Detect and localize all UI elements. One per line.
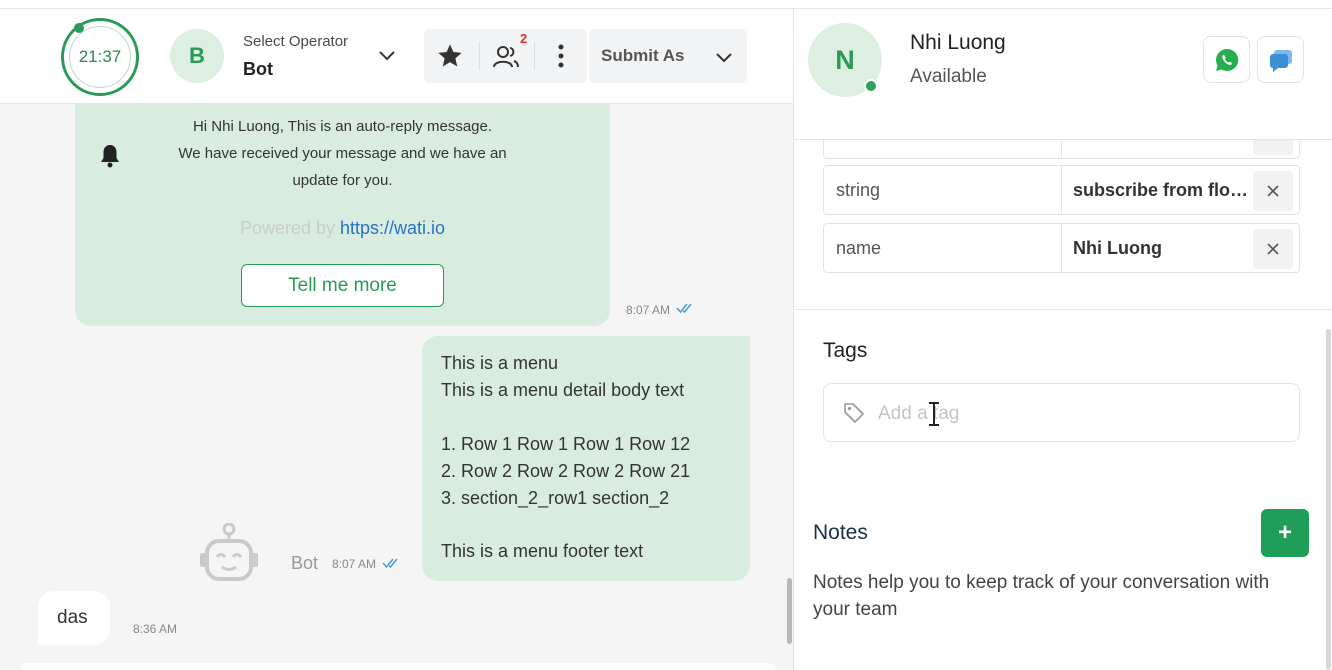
powered-by-prefix: Powered by — [239, 218, 335, 238]
attribute-key: string — [836, 180, 881, 200]
chevron-down-icon[interactable] — [377, 47, 397, 63]
menu-time: 8:07 AM — [332, 557, 377, 571]
whatsapp-icon — [1215, 48, 1238, 71]
timer-progress-dot — [74, 23, 84, 33]
customer-message-time: 8:36 AM — [133, 622, 178, 636]
menu-line-1: This is a menu — [441, 353, 559, 373]
operator-avatar: B — [170, 29, 224, 83]
menu-line-2: This is a menu detail body text — [441, 380, 685, 400]
close-icon — [1267, 243, 1279, 255]
double-check-icon — [382, 558, 398, 569]
contact-name: Nhi Luong — [910, 31, 1006, 54]
menu-line-4: 2. Row 2 Row 2 Row 2 Row 21 — [441, 461, 691, 481]
chat-bubble-icon — [1269, 49, 1292, 72]
attribute-divider — [1061, 166, 1062, 214]
chat-panel: Hi Nhi Luong, This is an auto-reply mess… — [0, 0, 793, 670]
attribute-row: name Nhi Luong — [823, 223, 1300, 273]
timer-value: 21:37 — [69, 26, 131, 88]
tag-icon — [844, 403, 864, 423]
add-note-button[interactable]: + — [1261, 509, 1309, 557]
customer-message-text: das — [57, 607, 88, 628]
chat-scrollbar[interactable] — [787, 578, 792, 644]
remove-attribute-button[interactable] — [1253, 229, 1293, 269]
users-icon[interactable] — [492, 43, 520, 71]
window-top-strip — [0, 0, 1332, 9]
bot-sender-name: Bot — [291, 553, 319, 573]
divider — [534, 42, 535, 70]
online-status-dot — [864, 79, 878, 93]
double-check-icon — [676, 303, 692, 314]
contact-panel: N Nhi Luong Available N Nhi Luong Availa… — [794, 9, 1332, 670]
chat-channel-button[interactable] — [1257, 36, 1304, 83]
header-separator — [794, 139, 1332, 140]
notes-title: Notes — [813, 521, 868, 544]
session-timer: 21:37 — [61, 18, 139, 96]
text-cursor-icon — [929, 402, 939, 426]
auto-reply-line-2: We have received your message and we hav… — [178, 145, 507, 162]
star-icon[interactable] — [436, 42, 464, 70]
operator-label: Select Operator — [243, 33, 349, 50]
contact-status: Available — [910, 66, 987, 87]
auto-reply-time: 8:07 AM — [626, 303, 671, 317]
more-vertical-icon[interactable] — [552, 43, 570, 69]
divider — [479, 42, 480, 70]
tell-me-more-button[interactable]: Tell me more — [241, 264, 444, 307]
auto-reply-line-1: Hi Nhi Luong, This is an auto-reply mess… — [192, 118, 493, 135]
message-composer[interactable] — [20, 663, 776, 670]
tag-input[interactable]: Add a tag — [823, 383, 1300, 442]
menu-line-6: This is a menu footer text — [441, 541, 644, 561]
powered-by: Powered by https://wati.io — [75, 218, 610, 239]
bot-avatar-icon — [200, 523, 258, 581]
remove-attribute-button[interactable] — [1253, 171, 1293, 211]
chevron-down-icon — [716, 53, 732, 63]
notes-help-text: Notes help you to keep track of your con… — [813, 572, 1270, 620]
attribute-row: string subscribe from flow... — [823, 165, 1300, 215]
close-icon — [1267, 185, 1279, 197]
submit-as-dropdown[interactable]: Submit As — [589, 29, 747, 83]
whatsapp-button[interactable] — [1203, 36, 1250, 83]
menu-line-3: 1. Row 1 Row 1 Row 1 Row 12 — [441, 434, 691, 454]
attribute-divider — [1061, 224, 1062, 272]
panel-scrollbar[interactable] — [1326, 329, 1331, 670]
participants-badge: 2 — [520, 31, 528, 46]
attribute-value[interactable]: subscribe from flow... — [1073, 180, 1253, 201]
operator-select[interactable]: Bot — [243, 59, 273, 80]
auto-reply-line-3: update for you. — [292, 172, 393, 189]
chat-header: 21:37 B Select Operator Bot 2 Submit As — [0, 9, 793, 104]
menu-line-5: 3. section_2_row1 section_2 — [441, 488, 670, 508]
attribute-value[interactable]: Nhi Luong — [1073, 238, 1253, 259]
attribute-key: name — [836, 238, 882, 258]
submit-as-label: Submit As — [601, 46, 685, 65]
chat-actions: 2 — [424, 29, 587, 83]
powered-by-link[interactable]: https://wati.io — [340, 218, 445, 238]
tag-placeholder: Add a tag — [878, 403, 960, 424]
tags-title: Tags — [823, 339, 868, 362]
section-separator — [794, 309, 1332, 310]
